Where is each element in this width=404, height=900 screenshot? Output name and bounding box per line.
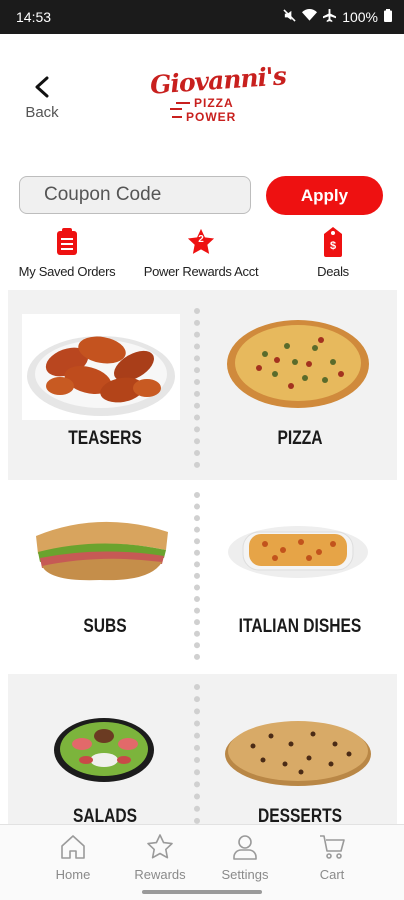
back-label: Back xyxy=(25,104,59,121)
clipboard-icon xyxy=(53,226,81,258)
pizza-image xyxy=(225,318,371,410)
menu-category-grid: TEASERS PIZZA SUBS ITALIAN DISHES SALADS… xyxy=(8,290,397,824)
lasagna-image xyxy=(225,516,371,582)
cookie-image xyxy=(223,714,373,788)
status-bar: 14:53 100% xyxy=(0,0,404,34)
logo-line2: POWER xyxy=(186,110,237,124)
category-label: ITALIAN DISHES xyxy=(238,616,362,637)
star-icon xyxy=(147,834,173,859)
menu-row: SALADS DESSERTS xyxy=(8,674,397,824)
logo-speed-line xyxy=(170,108,182,110)
category-label: DESSERTS xyxy=(258,806,342,824)
logo-speed-line xyxy=(172,116,182,118)
category-tile-subs[interactable]: SUBS xyxy=(8,482,202,672)
home-indicator[interactable] xyxy=(142,890,262,894)
quick-link-deals[interactable]: $ Deals xyxy=(296,226,370,284)
app-header: Back Giovanni's PIZZA POWER xyxy=(0,34,404,164)
nav-label: Rewards xyxy=(134,867,186,882)
price-tag-icon: $ xyxy=(319,226,347,258)
nav-settings[interactable]: Settings xyxy=(205,833,285,885)
cart-icon xyxy=(320,835,345,859)
apply-coupon-button[interactable]: Apply xyxy=(266,176,383,215)
menu-row: SUBS ITALIAN DISHES xyxy=(8,482,397,672)
airplane-icon xyxy=(323,9,337,25)
quick-link-label: Power Rewards Acct xyxy=(143,264,259,279)
home-icon xyxy=(61,835,85,859)
quick-link-label: My Saved Orders xyxy=(18,264,116,279)
logo-script: Giovanni's xyxy=(149,61,287,100)
back-button[interactable]: Back xyxy=(20,76,64,126)
menu-row: TEASERS PIZZA xyxy=(8,290,397,480)
status-time: 14:53 xyxy=(16,9,52,25)
quick-link-label: Deals xyxy=(317,264,349,279)
nav-label: Cart xyxy=(319,867,345,882)
nav-label: Home xyxy=(55,867,91,882)
person-icon xyxy=(233,835,257,860)
category-label: TEASERS xyxy=(68,428,142,449)
svg-text:$: $ xyxy=(330,240,336,252)
category-label: SALADS xyxy=(72,806,138,824)
salad-image xyxy=(52,714,156,784)
giovannis-logo: Giovanni's PIZZA POWER xyxy=(149,61,287,132)
coupon-code-input[interactable] xyxy=(19,176,251,214)
logo-speed-line xyxy=(176,102,190,104)
sub-sandwich-image xyxy=(30,510,174,586)
nav-home[interactable]: Home xyxy=(33,833,113,885)
rewards-badge-count: 2 xyxy=(198,234,204,245)
quick-link-saved-orders[interactable]: My Saved Orders xyxy=(14,226,120,284)
category-tile-desserts[interactable]: DESSERTS xyxy=(203,674,397,824)
chicken-wings-image xyxy=(22,314,180,420)
mute-icon xyxy=(283,9,296,25)
battery-percent: 100% xyxy=(342,9,378,25)
category-tile-pizza[interactable]: PIZZA xyxy=(203,290,397,480)
category-tile-italian-dishes[interactable]: ITALIAN DISHES xyxy=(203,482,397,672)
category-label: SUBS xyxy=(83,616,127,637)
status-icons: 100% xyxy=(283,8,392,25)
nav-cart[interactable]: Cart xyxy=(292,833,372,885)
logo-line1: PIZZA xyxy=(194,96,234,110)
nav-rewards[interactable]: Rewards xyxy=(120,833,200,885)
category-label: PIZZA xyxy=(277,428,323,449)
battery-icon xyxy=(384,9,392,25)
chevron-left-icon xyxy=(35,76,49,98)
bottom-navigation: Home Rewards Settings Cart xyxy=(0,824,404,900)
star-badge-icon: 2 xyxy=(187,226,215,258)
wifi-icon xyxy=(302,8,318,25)
quick-link-power-rewards[interactable]: 2 Power Rewards Acct xyxy=(140,226,262,284)
category-tile-salads[interactable]: SALADS xyxy=(8,674,202,824)
category-tile-teasers[interactable]: TEASERS xyxy=(8,290,202,480)
nav-label: Settings xyxy=(221,867,269,882)
